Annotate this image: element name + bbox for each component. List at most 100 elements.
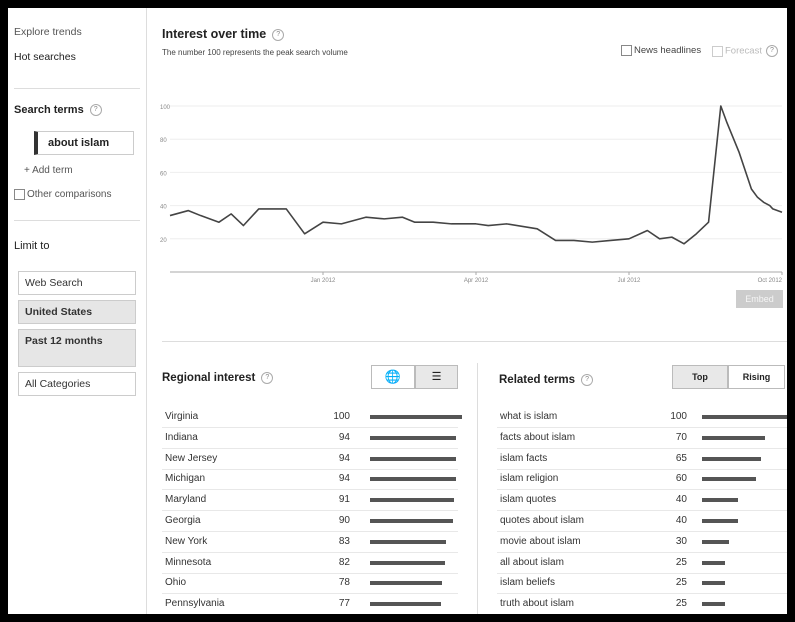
list-item[interactable]: Indiana 94 bbox=[162, 428, 458, 449]
list-item-label: Minnesota bbox=[165, 556, 212, 568]
filter-categories[interactable]: All Categories bbox=[18, 372, 136, 396]
help-icon[interactable]: ? bbox=[89, 104, 102, 117]
list-item[interactable]: quotes about islam 40 bbox=[497, 511, 787, 532]
top-tab[interactable]: Top bbox=[672, 365, 728, 389]
value-bar bbox=[370, 477, 457, 482]
list-item[interactable]: all about islam 25 bbox=[497, 553, 787, 574]
list-item[interactable]: islam facts 65 bbox=[497, 449, 787, 470]
x-tick-label: Jul 2012 bbox=[618, 278, 641, 284]
value-bar bbox=[370, 519, 453, 523]
checkbox-icon[interactable] bbox=[14, 189, 25, 200]
search-term-chip[interactable]: about islam bbox=[34, 131, 134, 155]
y-tick-label: 60 bbox=[160, 171, 167, 177]
value-bar bbox=[370, 581, 442, 586]
list-item-label: islam religion bbox=[500, 473, 559, 485]
list-item[interactable]: Minnesota 82 bbox=[162, 553, 458, 574]
sidebar-divider bbox=[14, 88, 140, 89]
list-item[interactable]: Maryland 91 bbox=[162, 490, 458, 512]
list-item-label: New Jersey bbox=[165, 452, 218, 464]
value-bar bbox=[702, 602, 725, 607]
list-item-label: Virginia bbox=[165, 411, 199, 422]
list-item-value: 94 bbox=[338, 431, 350, 443]
list-item-label: islam quotes bbox=[500, 494, 557, 506]
list-item-value: 100 bbox=[670, 411, 687, 422]
interest-subtitle: The number 100 represents the peak searc… bbox=[162, 48, 348, 57]
list-item[interactable]: Georgia 90 bbox=[162, 511, 458, 532]
embed-button[interactable]: Embed bbox=[736, 290, 783, 308]
sidebar: Explore trends Hot searches Search terms… bbox=[8, 8, 147, 614]
list-item[interactable]: islam beliefs 25 bbox=[497, 573, 787, 595]
map-view-button[interactable]: 🌐 bbox=[371, 365, 415, 389]
limit-to-heading: Limit to bbox=[14, 240, 50, 252]
list-item-label: Pennsylvania bbox=[165, 598, 225, 610]
list-item[interactable]: Virginia 100 bbox=[162, 407, 462, 428]
filter-web-search[interactable]: Web Search bbox=[18, 271, 136, 295]
list-icon: ☰ bbox=[431, 371, 442, 383]
value-bar bbox=[702, 539, 729, 544]
list-item-label: facts about islam bbox=[500, 431, 576, 443]
list-item[interactable]: New Jersey 94 bbox=[162, 449, 458, 470]
news-headlines-toggle[interactable]: News headlines bbox=[621, 45, 701, 56]
y-tick-label: 80 bbox=[160, 138, 167, 144]
interest-title: Interest over time bbox=[162, 27, 267, 41]
list-item-value: 25 bbox=[675, 556, 687, 568]
sidebar-divider bbox=[14, 220, 140, 221]
list-item[interactable]: Pennsylvania 77 bbox=[162, 594, 458, 614]
x-tick-label: Apr 2012 bbox=[464, 278, 489, 284]
help-icon[interactable]: ? bbox=[272, 28, 285, 41]
y-tick-label: 40 bbox=[160, 205, 167, 211]
list-item-label: Michigan bbox=[165, 473, 206, 485]
help-icon[interactable]: ? bbox=[765, 45, 778, 57]
list-item-value: 30 bbox=[675, 535, 687, 547]
value-bar bbox=[370, 498, 454, 503]
filter-time-range[interactable]: Past 12 months bbox=[18, 329, 136, 367]
list-item-value: 94 bbox=[338, 473, 350, 485]
list-item-label: Maryland bbox=[165, 494, 207, 506]
regional-interest-heading: Regional interest? bbox=[162, 372, 274, 384]
checkbox-icon[interactable] bbox=[712, 45, 723, 57]
value-bar bbox=[370, 539, 447, 544]
list-item-value: 91 bbox=[338, 494, 350, 506]
list-item-value: 94 bbox=[338, 452, 350, 464]
filter-united-states[interactable]: United States bbox=[18, 300, 136, 324]
value-bar bbox=[370, 435, 457, 440]
list-item-value: 82 bbox=[338, 556, 350, 568]
checkbox-icon[interactable] bbox=[621, 45, 632, 56]
list-item-value: 83 bbox=[338, 535, 350, 547]
list-item[interactable]: facts about islam 70 bbox=[497, 428, 787, 449]
forecast-label: Forecast bbox=[725, 45, 762, 57]
interest-line-chart[interactable]: 100 80 60 40 20 Jan 2012 Apr 2012 Jul 2012 Oct 2… bbox=[156, 100, 787, 285]
other-comparisons-label: Other comparisons bbox=[27, 189, 112, 201]
list-item[interactable]: Ohio 78 bbox=[162, 573, 458, 595]
value-bar bbox=[702, 498, 738, 503]
list-item-label: Georgia bbox=[165, 515, 201, 526]
section-divider bbox=[162, 341, 787, 342]
value-bar bbox=[702, 435, 765, 440]
list-item-value: 60 bbox=[675, 473, 687, 485]
list-item[interactable]: what is islam 100 bbox=[497, 407, 787, 428]
help-icon[interactable]: ? bbox=[581, 374, 594, 386]
help-icon[interactable]: ? bbox=[261, 372, 274, 384]
list-item-value: 40 bbox=[675, 494, 687, 506]
other-comparisons[interactable]: Other comparisons bbox=[14, 189, 111, 200]
value-bar bbox=[702, 560, 725, 565]
value-bar bbox=[370, 456, 457, 461]
rising-tab[interactable]: Rising bbox=[728, 365, 785, 389]
value-bar bbox=[370, 560, 446, 565]
list-item[interactable]: truth about islam 25 bbox=[497, 594, 787, 614]
list-item[interactable]: Michigan 94 bbox=[162, 469, 458, 491]
add-term-link[interactable]: + Add term bbox=[24, 165, 73, 176]
value-bar bbox=[702, 519, 738, 523]
list-view-button[interactable]: ☰ bbox=[415, 365, 458, 389]
explore-trends-link[interactable]: Explore trends bbox=[14, 26, 82, 38]
list-item[interactable]: New York 83 bbox=[162, 532, 458, 553]
forecast-toggle[interactable]: Forecast? bbox=[712, 45, 778, 57]
list-item[interactable]: islam religion 60 bbox=[497, 469, 787, 491]
list-item-value: 90 bbox=[338, 515, 350, 526]
list-item[interactable]: movie about islam 30 bbox=[497, 532, 787, 553]
value-bar bbox=[370, 415, 462, 419]
hot-searches-link[interactable]: Hot searches bbox=[14, 51, 76, 63]
x-tick-label: Oct 2012 bbox=[758, 278, 783, 284]
list-item[interactable]: islam quotes 40 bbox=[497, 490, 787, 512]
value-bar bbox=[370, 602, 441, 607]
